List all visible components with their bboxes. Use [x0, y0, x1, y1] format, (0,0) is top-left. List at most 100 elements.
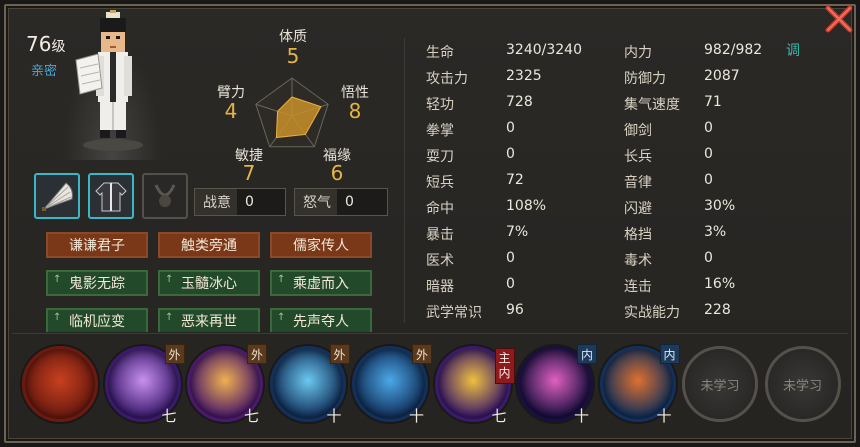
character-portrait[interactable]: [68, 10, 158, 155]
relation-status: 亲密: [31, 64, 58, 79]
skill-type-tag: 内: [577, 344, 597, 364]
upgrade-arrow-icon: ↑: [165, 312, 174, 323]
stat-value: 3240/3240: [506, 42, 582, 58]
stat-label: 实战能力: [624, 305, 680, 321]
stat-label: 生命: [426, 45, 454, 61]
skill-level: 七: [161, 407, 177, 425]
stat-value: 71: [704, 94, 722, 110]
stat-value: 30%: [704, 198, 736, 214]
stat-value: 7%: [506, 224, 529, 240]
trait-badge[interactable]: 触类旁通: [158, 232, 260, 258]
divider: [12, 333, 848, 334]
upgrade-arrow-icon: ↑: [53, 274, 62, 285]
skill-type-tag-char: 内: [498, 366, 511, 380]
stat-value: 3%: [704, 224, 727, 240]
battle-intent-meter: 战意 0: [194, 188, 286, 216]
skill-slot[interactable]: 内十: [517, 344, 597, 425]
stat-label: 音律: [624, 175, 652, 191]
trait-badge[interactable]: 谦谦君子: [46, 232, 148, 258]
stat-label: 闪避: [624, 201, 652, 217]
trait-label: 恶来再世: [181, 314, 237, 330]
stat-label: 集气速度: [624, 97, 680, 113]
trait-badge[interactable]: ↑ 乘虚而入: [270, 270, 372, 296]
battle-intent-value: 0: [245, 194, 254, 210]
stat-label: 毒术: [624, 253, 652, 269]
rage-value: 0: [345, 194, 354, 210]
trait-badge[interactable]: ↑ 恶来再世: [158, 308, 260, 332]
stat-value: 16%: [704, 276, 736, 292]
trait-label: 触类旁通: [181, 238, 237, 254]
skill-type-tag: 外: [247, 344, 267, 364]
trait-badge[interactable]: 儒家传人: [270, 232, 372, 258]
radar-value-fortune: 6: [330, 161, 344, 185]
skill-type-tag-char: 主: [498, 351, 511, 365]
traits-panel: 谦谦君子 触类旁通 儒家传人 ↑ 鬼影无踪 ↑ 玉髓冰心 ↑ 乘虚而入 ↑ 临机应变 ↑ 恶来再世 ↑ 先声…: [40, 228, 380, 332]
stat-label: 医术: [426, 253, 454, 269]
trait-label: 临机应变: [69, 314, 125, 330]
radar-value-strength: 4: [224, 99, 238, 123]
equipment-slot-weapon[interactable]: [34, 173, 80, 219]
tune-button[interactable]: 调: [786, 40, 800, 60]
robe-icon: [95, 182, 127, 212]
skill-slot[interactable]: 外七: [104, 344, 185, 425]
stat-label: 格挡: [624, 227, 652, 243]
trait-label: 玉髓冰心: [181, 276, 237, 292]
stat-label: 耍刀: [426, 149, 454, 165]
radar-label-constitution: 体质: [279, 29, 307, 45]
radar-value-constitution: 5: [286, 44, 300, 68]
locked-label: 未学习: [782, 378, 822, 394]
stat-value: 982/982: [704, 42, 763, 58]
skill-level: 七: [491, 407, 507, 425]
skill-type-tag: 外: [412, 344, 432, 364]
stat-label: 暴击: [426, 227, 454, 243]
character-level: 76级: [26, 32, 65, 56]
stat-value: 0: [704, 250, 713, 266]
trait-badge[interactable]: ↑ 玉髓冰心: [158, 270, 260, 296]
skill-type-tag: 外: [164, 344, 185, 364]
trait-badge[interactable]: ↑ 鬼影无踪: [46, 270, 148, 296]
stat-value: 96: [506, 302, 524, 318]
skill-slot[interactable]: [22, 346, 98, 422]
stat-value: 728: [506, 94, 533, 110]
equipment-slot-accessory[interactable]: [142, 173, 188, 219]
trait-badge[interactable]: ↑ 临机应变: [46, 308, 148, 332]
trait-label: 乘虚而入: [293, 276, 349, 292]
skill-slot-locked[interactable]: 未学习: [682, 346, 758, 422]
skill-type-tag: 外: [329, 344, 350, 364]
locked-label: 未学习: [700, 378, 740, 394]
skill-slot[interactable]: 外十: [269, 344, 350, 425]
rage-meter: 怒气 0: [294, 188, 388, 216]
trait-badge[interactable]: ↑ 先声夺人: [270, 308, 372, 332]
upgrade-arrow-icon: ↑: [53, 312, 62, 323]
trait-label: 鬼影无踪: [69, 276, 125, 292]
skill-slot[interactable]: 外七: [187, 344, 267, 425]
stat-value: 108%: [506, 198, 547, 214]
skill-slot[interactable]: 外十: [352, 344, 432, 425]
stat-value: 0: [506, 120, 515, 136]
skill-slot-locked[interactable]: 未学习: [764, 346, 841, 422]
level-number: 76: [26, 32, 52, 56]
stat-value: 0: [704, 172, 713, 188]
stat-label: 命中: [426, 201, 454, 217]
stat-label: 御剑: [624, 123, 652, 139]
stat-value: 0: [704, 146, 713, 162]
stat-label: 防御力: [624, 71, 666, 87]
skill-type-tag: 主内: [494, 348, 515, 384]
skill-slot[interactable]: 主内七: [434, 346, 515, 425]
stat-value: 2087: [704, 68, 740, 84]
stat-label: 短兵: [426, 175, 454, 191]
skill-level: 十: [573, 407, 589, 425]
rage-label: 怒气: [295, 189, 337, 215]
divider: [404, 38, 405, 323]
stat-value: 0: [506, 276, 515, 292]
equipment-slot-armor[interactable]: [88, 173, 134, 219]
battle-intent-label: 战意: [195, 189, 237, 215]
skill-slot[interactable]: 内十: [599, 344, 680, 425]
skill-level: 十: [326, 407, 342, 425]
scroll-fan-skill-icon: [22, 346, 98, 422]
stat-value: 0: [506, 146, 515, 162]
skill-level: 十: [408, 407, 424, 425]
stat-value: 72: [506, 172, 524, 188]
upgrade-arrow-icon: ↑: [277, 274, 286, 285]
close-icon[interactable]: [822, 2, 856, 36]
